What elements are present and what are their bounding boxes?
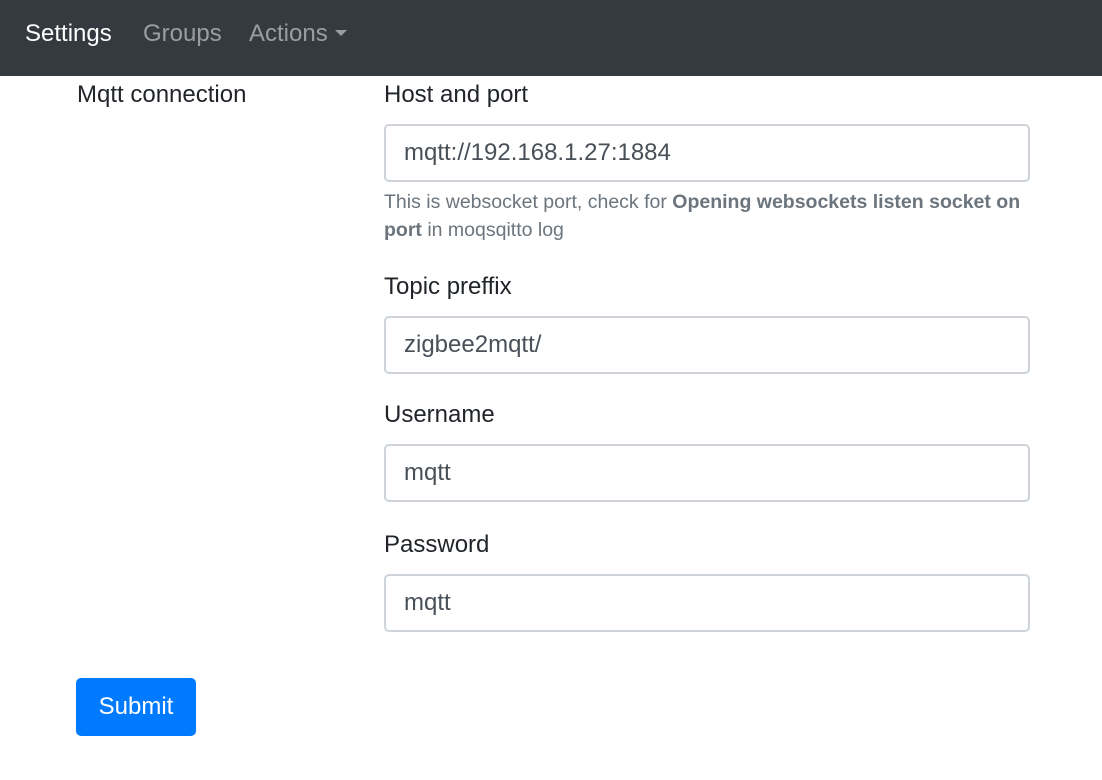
host-port-label: Host and port	[384, 81, 529, 108]
password-input[interactable]	[384, 574, 1030, 632]
nav-item-actions-dropdown[interactable]: Actions	[249, 20, 347, 48]
help-text-prefix: This is websocket port, check for	[384, 191, 673, 213]
help-text-suffix: in moqsqitto log	[421, 219, 564, 241]
host-port-input[interactable]	[384, 124, 1030, 182]
section-label-mqtt-connection: Mqtt connection	[77, 81, 247, 108]
nav-item-groups[interactable]: Groups	[143, 20, 222, 48]
submit-button[interactable]: Submit	[76, 678, 196, 736]
username-label: Username	[384, 401, 495, 428]
password-label: Password	[384, 531, 490, 558]
top-navbar: Settings Groups Actions	[0, 0, 1102, 76]
topic-prefix-input[interactable]	[384, 316, 1030, 374]
host-port-help-text: This is websocket port, check for Openin…	[384, 188, 1024, 244]
caret-down-icon	[334, 30, 347, 36]
nav-item-actions-label: Actions	[249, 20, 328, 47]
username-input[interactable]	[384, 444, 1030, 502]
nav-item-settings[interactable]: Settings	[25, 20, 112, 48]
topic-prefix-label: Topic preffix	[384, 273, 512, 300]
